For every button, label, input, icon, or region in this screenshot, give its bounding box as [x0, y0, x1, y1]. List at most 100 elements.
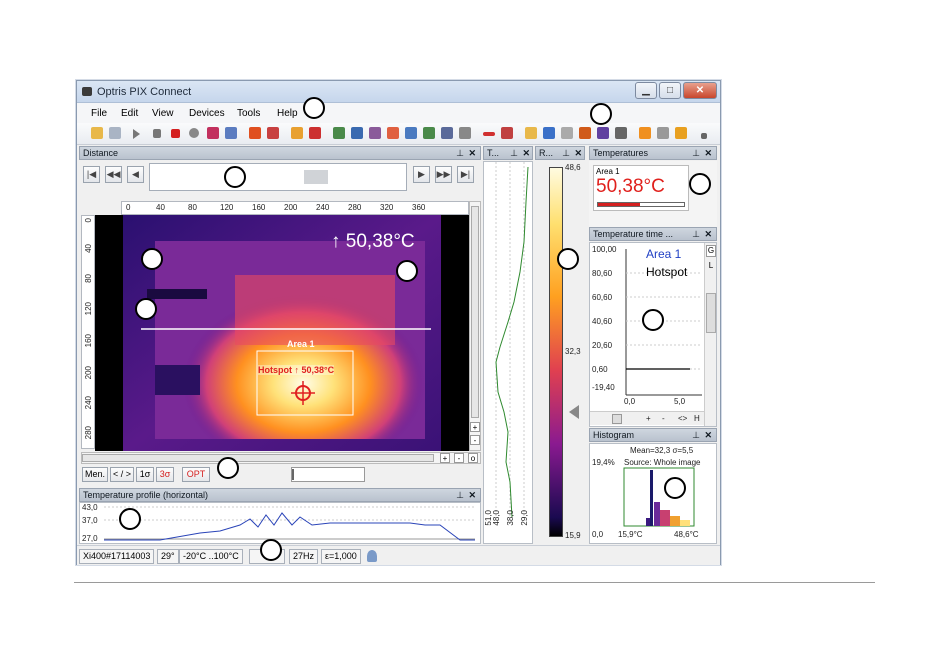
scale-pointer-icon	[569, 405, 579, 419]
grid-icon[interactable]	[459, 127, 471, 139]
copy-icon[interactable]	[225, 127, 237, 139]
time-x-tick: 0,0	[624, 397, 636, 406]
chart-icon[interactable]	[423, 127, 435, 139]
pin-icon[interactable]: ⊥	[692, 147, 700, 159]
callout-marker	[396, 260, 418, 282]
zoom-reset-button[interactable]: o	[468, 453, 478, 463]
maximize-button[interactable]: □	[659, 82, 681, 99]
sigma1-button[interactable]: 1σ	[136, 467, 154, 482]
pin-icon[interactable]: ⊥	[456, 489, 464, 501]
export-icon[interactable]	[333, 127, 345, 139]
callout-marker	[224, 166, 246, 188]
menu-view[interactable]: View	[152, 108, 174, 119]
minimize-button[interactable]: ▁	[635, 82, 657, 99]
menu-devices[interactable]: Devices	[189, 108, 225, 119]
men-button[interactable]: Men.	[82, 467, 108, 482]
panel-close-icon[interactable]: ✕	[704, 228, 712, 240]
save-icon[interactable]	[109, 127, 121, 139]
panel-close-icon[interactable]: ✕	[574, 147, 582, 159]
palette2-icon[interactable]	[309, 127, 321, 139]
histogram-panel-header: Histogram ⊥ ✕	[589, 428, 717, 442]
status-emissivity: ε=1,000	[321, 549, 361, 564]
title-bar[interactable]: Optris PIX Connect ▁ □ ✕	[77, 81, 720, 103]
sigma3-button[interactable]: 3σ	[156, 467, 174, 482]
prev-button[interactable]: ◀	[127, 166, 144, 183]
layout1-icon[interactable]	[249, 127, 261, 139]
pause-icon[interactable]	[153, 129, 161, 138]
callout-marker	[119, 508, 141, 530]
status-device: Xi400#17114003	[79, 549, 155, 564]
color-bar-icon[interactable]	[639, 127, 651, 139]
time-g-button[interactable]: G	[706, 245, 716, 257]
histogram-x-min: 0,0	[592, 530, 604, 539]
time-fit-button[interactable]: <>	[678, 414, 687, 423]
areas-icon[interactable]	[597, 127, 609, 139]
pin-icon[interactable]: ⊥	[692, 228, 700, 240]
ruler-x-tick: 120	[220, 203, 234, 212]
zoom-out-button[interactable]: -	[470, 435, 480, 445]
time-minus-button[interactable]: -	[662, 414, 665, 423]
pin-icon[interactable]: ⊥	[510, 147, 518, 159]
distance-thumb[interactable]	[304, 170, 328, 184]
open-icon[interactable]	[91, 127, 103, 139]
area-icon[interactable]	[579, 127, 591, 139]
zoom-icon[interactable]	[543, 127, 555, 139]
arrows-button[interactable]: < / >	[110, 467, 134, 482]
view-scroll-thumb[interactable]	[471, 206, 479, 418]
measure-icon[interactable]	[501, 127, 513, 139]
color-palette-bar[interactable]	[549, 167, 563, 537]
panel-close-icon[interactable]: ✕	[704, 147, 712, 159]
line-icon[interactable]	[483, 132, 495, 136]
palette-icon[interactable]	[291, 127, 303, 139]
stop-icon[interactable]	[171, 129, 180, 138]
time-hscroll-thumb[interactable]	[612, 414, 622, 424]
menu-tools[interactable]: Tools	[237, 108, 260, 119]
panel-close-icon[interactable]: ✕	[468, 489, 476, 501]
toolbar-overflow-icon[interactable]	[701, 133, 707, 139]
snapshot-icon[interactable]	[207, 127, 219, 139]
time-side-scroll-thumb[interactable]	[706, 293, 716, 333]
area-readout-box[interactable]: Area 1 50,38°C	[593, 165, 689, 211]
time-plus-button[interactable]: +	[646, 414, 651, 423]
extra-icon[interactable]	[675, 127, 687, 139]
settings-icon[interactable]	[657, 127, 669, 139]
pin-icon[interactable]: ⊥	[692, 429, 700, 441]
menu-file[interactable]: File	[91, 108, 107, 119]
view-vertical-scrollbar[interactable]: + -	[469, 201, 481, 451]
rewind-button[interactable]: ◀◀	[105, 166, 122, 183]
time-l-button[interactable]: L	[706, 261, 716, 273]
zoom-out-h-button[interactable]: -	[454, 453, 464, 463]
range-slider[interactable]	[291, 467, 365, 482]
last-frame-button[interactable]: ▶|	[457, 166, 474, 183]
histogram-icon[interactable]	[351, 127, 363, 139]
panel-close-icon[interactable]: ✕	[522, 147, 530, 159]
menu-edit[interactable]: Edit	[121, 108, 138, 119]
camera-icon[interactable]	[369, 127, 381, 139]
next-button[interactable]: ▶	[413, 166, 430, 183]
fast-forward-button[interactable]: ▶▶	[435, 166, 452, 183]
play-icon[interactable]	[133, 129, 140, 139]
profile-icon[interactable]	[405, 127, 417, 139]
zoom-in-button[interactable]: +	[470, 422, 480, 432]
panel-close-icon[interactable]: ✕	[704, 429, 712, 441]
record-icon[interactable]	[189, 128, 199, 138]
hand-icon[interactable]	[525, 127, 537, 139]
time-h-button[interactable]: H	[694, 414, 700, 423]
view-horizontal-scrollbar[interactable]: + - o	[81, 452, 481, 464]
pin-icon[interactable]: ⊥	[456, 147, 464, 159]
hotspot-icon[interactable]	[387, 127, 399, 139]
opt-button[interactable]: OPT	[182, 467, 210, 482]
panel-close-icon[interactable]: ✕	[468, 147, 476, 159]
pin-icon[interactable]: ⊥	[562, 147, 570, 159]
tools-icon[interactable]	[615, 127, 627, 139]
fit-icon[interactable]	[561, 127, 573, 139]
first-frame-button[interactable]: |◀	[83, 166, 100, 183]
zoom-in-h-button[interactable]: +	[440, 453, 450, 463]
distance-track[interactable]	[149, 163, 407, 191]
close-button[interactable]: ✕	[683, 82, 717, 99]
layout2-icon[interactable]	[267, 127, 279, 139]
view-hscroll-thumb[interactable]	[82, 454, 434, 462]
menu-help[interactable]: Help	[277, 108, 298, 119]
trend-icon[interactable]	[441, 127, 453, 139]
profile-panel-title: Temperature profile (horizontal)	[83, 490, 209, 500]
